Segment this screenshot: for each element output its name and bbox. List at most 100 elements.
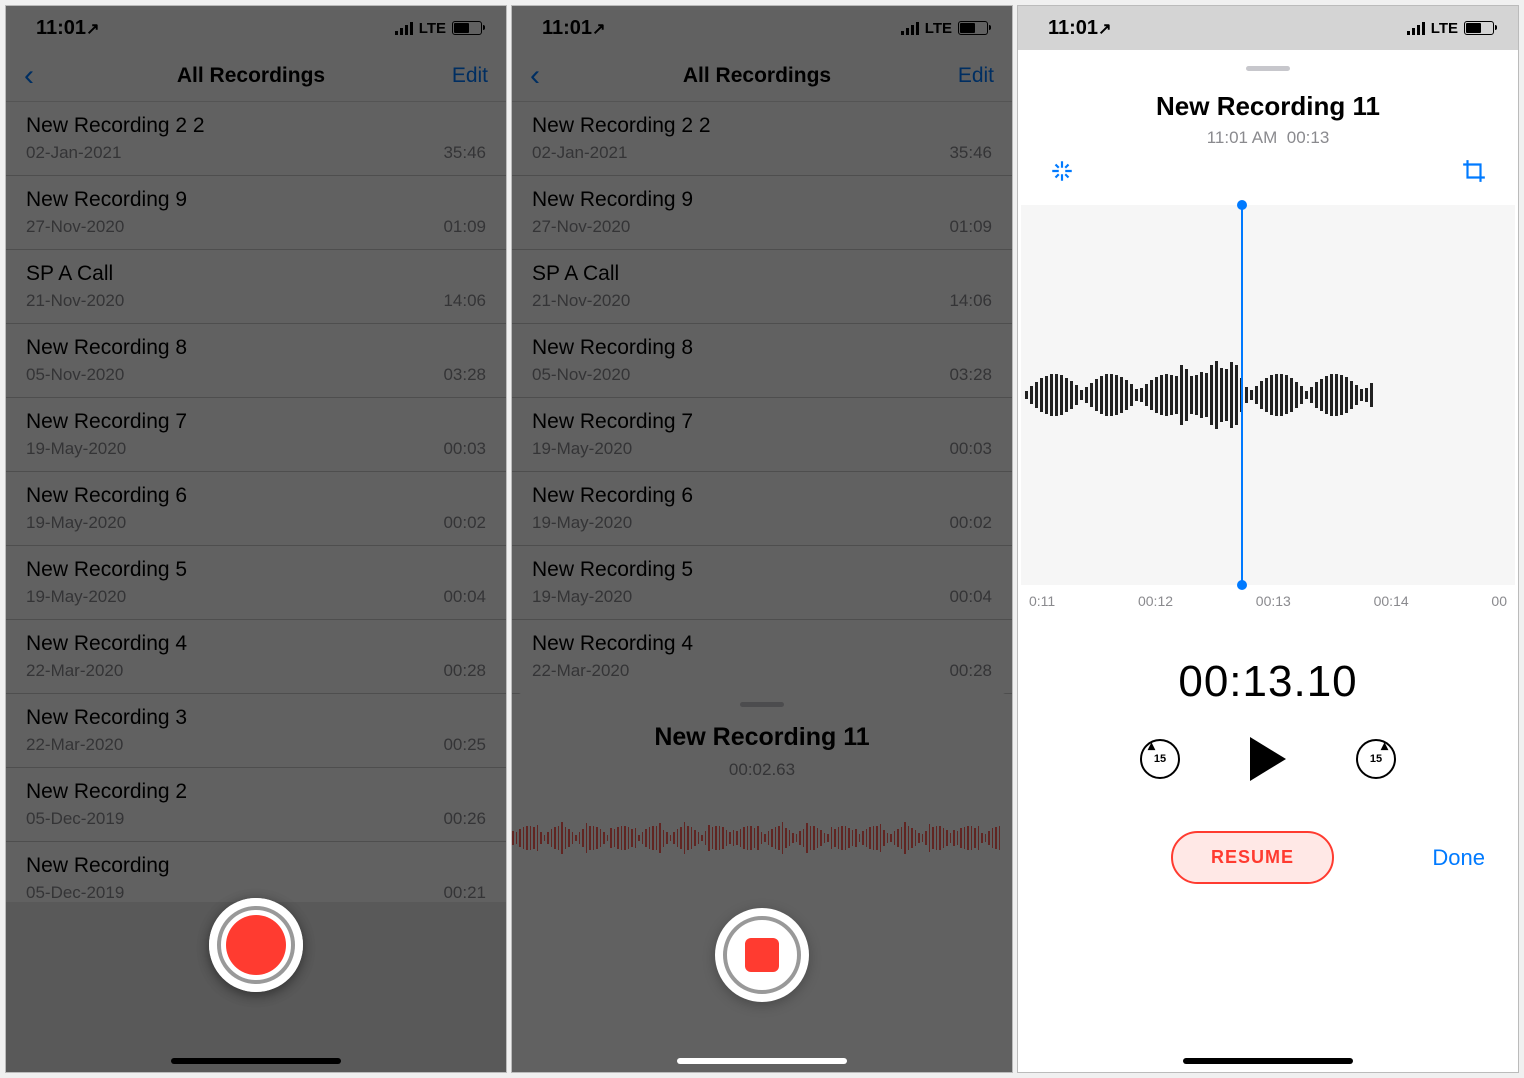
home-indicator[interactable] xyxy=(677,1058,847,1064)
recording-name: New Recording 2 2 xyxy=(26,114,205,138)
recording-row[interactable]: New Recording 5 19-May-2020 00:04 xyxy=(6,546,506,620)
recording-row[interactable]: New Recording 719-May-202000:03 xyxy=(6,398,506,472)
stop-button[interactable] xyxy=(715,908,809,1002)
trim-icon[interactable] xyxy=(1461,158,1487,189)
recording-duration: 00:03 xyxy=(949,439,992,459)
skip-back-15-button[interactable]: ▴ 15 xyxy=(1140,739,1180,779)
recording-duration: 00:04 xyxy=(949,587,992,607)
recording-row[interactable]: New Recording 927-Nov-202001:09 xyxy=(512,176,1012,250)
recording-row[interactable]: New Recording 422-Mar-202000:28 xyxy=(512,620,1012,694)
enhance-icon[interactable] xyxy=(1049,158,1075,189)
recording-duration: 35:46 xyxy=(443,143,486,163)
recording-row[interactable]: New Recording 719-May-202000:03 xyxy=(512,398,1012,472)
recording-name: New Recording 2 2 xyxy=(532,114,711,138)
page-title: All Recordings xyxy=(64,64,438,88)
recording-duration: 01:09 xyxy=(443,217,486,237)
sheet-grabber[interactable] xyxy=(1246,66,1290,71)
battery-icon xyxy=(452,21,482,35)
recording-date: 05-Dec-2019 xyxy=(26,883,170,903)
recording-date: 21-Nov-2020 xyxy=(26,291,124,311)
home-indicator[interactable] xyxy=(1183,1058,1353,1064)
recording-row[interactable]: New Recording 2 2 02-Jan-2021 35:46 xyxy=(6,102,506,176)
recording-date: 19-May-2020 xyxy=(26,587,187,607)
recording-date: 02-Jan-2021 xyxy=(26,143,205,163)
screen-recordings-list: 11:01↗ LTE ‹ All Recordings Edit New Rec… xyxy=(5,5,507,1073)
status-bar: 11:01↗ LTE xyxy=(6,6,506,50)
recording-row[interactable]: SP A Call21-Nov-202014:06 xyxy=(512,250,1012,324)
stop-icon xyxy=(745,938,779,972)
recording-name: New Recording 2 xyxy=(26,780,187,804)
recording-date: 27-Nov-2020 xyxy=(532,217,693,237)
recording-duration: 03:28 xyxy=(949,365,992,385)
recording-date: 05-Nov-2020 xyxy=(26,365,187,385)
status-right: LTE xyxy=(395,20,482,37)
recording-date: 27-Nov-2020 xyxy=(26,217,187,237)
waveform-live xyxy=(512,808,1012,868)
play-button[interactable] xyxy=(1250,737,1286,781)
recording-row[interactable]: New Recording 805-Nov-202003:28 xyxy=(512,324,1012,398)
recording-sheet[interactable]: New Recording 11 00:02.63 xyxy=(512,692,1012,1072)
recording-date: 19-May-2020 xyxy=(26,513,187,533)
recording-row[interactable]: New Recording 9 27-Nov-2020 01:09 xyxy=(6,176,506,250)
recording-row[interactable]: New Recording 422-Mar-202000:28 xyxy=(6,620,506,694)
recording-date: 19-May-2020 xyxy=(532,439,693,459)
done-button[interactable]: Done xyxy=(1432,845,1485,871)
recording-date: 19-May-2020 xyxy=(26,439,187,459)
status-bar: 11:01↗ LTE xyxy=(512,6,1012,50)
recording-row[interactable]: SP A Call21-Nov-202014:06 xyxy=(6,250,506,324)
battery-icon xyxy=(958,21,988,35)
edit-button[interactable]: Edit xyxy=(438,64,488,88)
recording-row[interactable]: New Recording 205-Dec-201900:26 xyxy=(6,768,506,842)
recording-duration: 00:04 xyxy=(443,587,486,607)
recording-duration: 00:28 xyxy=(949,661,992,681)
recording-duration: 00:02 xyxy=(949,513,992,533)
recording-name: New Recording 3 xyxy=(26,706,187,730)
resume-button[interactable]: RESUME xyxy=(1171,831,1334,884)
recording-row[interactable]: New Recording 805-Nov-202003:28 xyxy=(6,324,506,398)
back-button[interactable]: ‹ xyxy=(530,59,570,93)
recording-row[interactable]: New Recording 519-May-202000:04 xyxy=(512,546,1012,620)
playhead[interactable] xyxy=(1241,205,1243,585)
page-title: All Recordings xyxy=(570,64,944,88)
recording-row[interactable]: New Recording 322-Mar-202000:25 xyxy=(6,694,506,768)
recording-duration: 14:06 xyxy=(949,291,992,311)
recording-name: New Recording 6 xyxy=(532,484,693,508)
skip-forward-15-button[interactable]: ▴ 15 xyxy=(1356,739,1396,779)
recording-name: New Recording xyxy=(26,854,170,878)
record-button-highlight[interactable] xyxy=(209,898,303,992)
recordings-list[interactable]: New Recording 2 202-Jan-202135:46New Rec… xyxy=(512,102,1012,694)
recording-duration: 00:21 xyxy=(443,883,486,903)
recordings-list[interactable]: New Recording 2 202-Jan-202135:46New Rec… xyxy=(6,102,506,916)
back-button[interactable]: ‹ xyxy=(24,59,64,93)
recording-duration: 00:25 xyxy=(443,735,486,755)
nav-bar: ‹ All Recordings Edit xyxy=(6,50,506,102)
recording-name: New Recording 5 xyxy=(532,558,693,582)
recording-row[interactable]: New Recording 2 202-Jan-202135:46 xyxy=(512,102,1012,176)
recording-date: 21-Nov-2020 xyxy=(532,291,630,311)
status-time: 11:01↗ xyxy=(1048,17,1111,40)
status-right: LTE xyxy=(901,20,988,37)
signal-icon xyxy=(901,21,919,35)
record-icon xyxy=(226,915,286,975)
ruler-tick: 0:11 xyxy=(1029,593,1055,609)
recording-name: New Recording 8 xyxy=(532,336,693,360)
status-bar: 11:01↗ LTE xyxy=(1018,6,1518,50)
status-time: 11:01↗ xyxy=(36,17,99,40)
recording-duration: 01:09 xyxy=(949,217,992,237)
recording-row[interactable]: New Recording 619-May-202000:02 xyxy=(512,472,1012,546)
status-right: LTE xyxy=(1407,20,1494,37)
recording-title[interactable]: New Recording 11 xyxy=(1021,91,1515,122)
recording-date: 05-Dec-2019 xyxy=(26,809,187,829)
recording-name: New Recording 5 xyxy=(26,558,187,582)
waveform-editor[interactable] xyxy=(1021,205,1515,585)
recording-name: New Recording 9 xyxy=(26,188,187,212)
recording-duration: 03:28 xyxy=(443,365,486,385)
home-indicator[interactable] xyxy=(171,1058,341,1064)
recording-row[interactable]: New Recording 619-May-202000:02 xyxy=(6,472,506,546)
recording-duration: 00:28 xyxy=(443,661,486,681)
ruler-tick: 00 xyxy=(1491,593,1507,609)
screen-recording-in-progress: 11:01↗ LTE ‹ All Recordings Edit New Rec… xyxy=(511,5,1013,1073)
sheet-grabber[interactable] xyxy=(740,702,784,707)
recording-date: 22-Mar-2020 xyxy=(26,661,187,681)
edit-button[interactable]: Edit xyxy=(944,64,994,88)
